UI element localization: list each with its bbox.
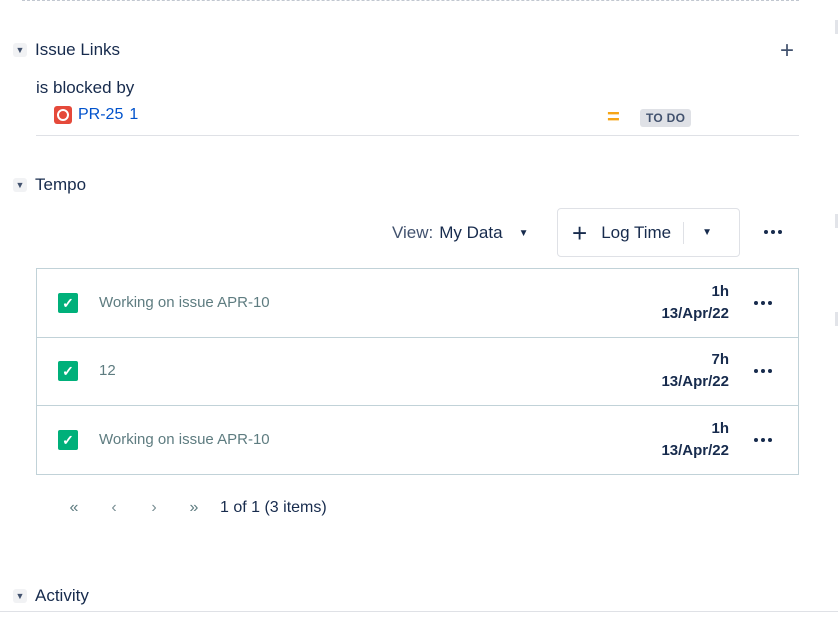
linked-issue-key[interactable]: PR-25 (78, 106, 123, 124)
status-badge: TO DO (640, 109, 692, 127)
check-icon[interactable]: ✓ (58, 361, 78, 381)
worklog-date: 13/Apr/22 (661, 305, 729, 322)
worklog-date: 13/Apr/22 (661, 373, 729, 390)
worklog-row[interactable]: ✓ 12 7h 13/Apr/22 (37, 337, 798, 406)
issue-links-title: Issue Links (35, 40, 121, 59)
view-label: View: (392, 223, 434, 242)
more-options-icon[interactable] (754, 438, 772, 442)
worklog-row[interactable]: ✓ Working on issue APR-10 1h 13/Apr/22 (37, 406, 798, 474)
plus-icon: + (572, 217, 588, 248)
worklog-date: 13/Apr/22 (661, 442, 729, 459)
caret-down-icon[interactable]: ▼ (702, 227, 712, 238)
more-options-icon[interactable] (754, 301, 772, 305)
worklog-duration: 1h (711, 420, 729, 437)
worklog-duration: 1h (711, 283, 729, 300)
tempo-title: Tempo (35, 175, 87, 194)
prev-page-icon[interactable]: ‹ (94, 499, 134, 517)
last-page-icon[interactable]: » (174, 499, 214, 517)
plus-icon[interactable]: + (780, 37, 794, 64)
button-separator (683, 221, 685, 244)
worklog-list: ✓ Working on issue APR-10 1h 13/Apr/22 ✓… (36, 268, 799, 475)
next-page-icon[interactable]: › (134, 499, 174, 517)
linked-issue-summary[interactable]: 1 (129, 106, 138, 124)
check-icon[interactable]: ✓ (58, 293, 78, 313)
activity-header[interactable]: ▼ Activity (13, 586, 89, 606)
caret-down-icon[interactable]: ▼ (519, 228, 529, 239)
worklog-description: Working on issue APR-10 (99, 431, 270, 448)
chevron-down-icon[interactable]: ▼ (13, 43, 27, 57)
activity-divider (0, 611, 838, 612)
worklog-duration: 7h (711, 351, 729, 368)
more-options-icon[interactable] (754, 369, 772, 373)
bug-icon (54, 106, 72, 124)
view-selector[interactable]: View: My Data ▼ (392, 223, 528, 243)
chevron-down-icon[interactable]: ▼ (13, 589, 27, 603)
relation-label: is blocked by (36, 78, 135, 97)
log-time-button[interactable]: + Log Time ▼ (557, 208, 740, 257)
activity-title: Activity (35, 586, 89, 605)
more-options-icon[interactable] (764, 230, 782, 234)
add-link-button[interactable]: + (780, 39, 794, 63)
section-divider-top (22, 0, 799, 1)
issue-links-header[interactable]: ▼ Issue Links (13, 40, 120, 60)
log-time-label: Log Time (601, 222, 672, 242)
worklog-description: 12 (99, 362, 116, 379)
priority-medium-icon: = (607, 104, 620, 129)
tempo-header[interactable]: ▼ Tempo (13, 175, 86, 195)
chevron-down-icon[interactable]: ▼ (13, 178, 27, 192)
worklog-row[interactable]: ✓ Working on issue APR-10 1h 13/Apr/22 (37, 269, 798, 338)
worklog-description: Working on issue APR-10 (99, 294, 270, 311)
pagination-info: 1 of 1 (3 items) (220, 499, 327, 516)
check-icon[interactable]: ✓ (58, 430, 78, 450)
first-page-icon[interactable]: « (54, 499, 94, 517)
pagination: « ‹ › » 1 of 1 (3 items) (54, 499, 327, 517)
linked-issue[interactable]: PR-25 1 (54, 106, 138, 124)
issue-links-divider (36, 135, 799, 136)
view-value[interactable]: My Data (439, 223, 502, 243)
